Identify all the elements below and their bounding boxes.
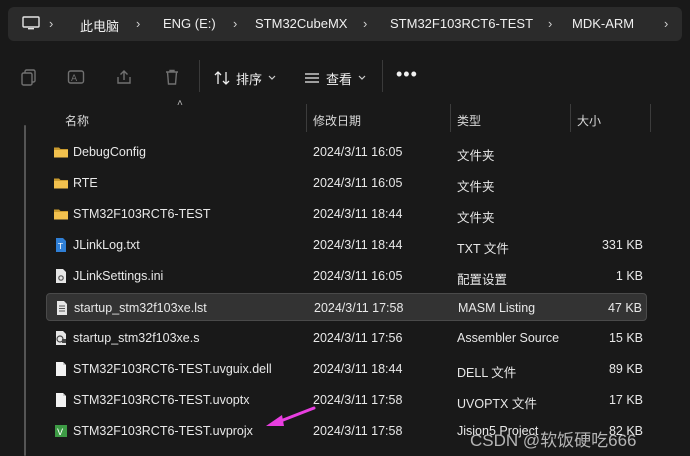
- file-type: DELL 文件: [457, 366, 517, 380]
- file-date: 2024/3/11 18:44: [313, 238, 403, 252]
- file-row[interactable]: STM32F103RCT6-TEST.uvoptx 2024/3/11 17:58…: [46, 386, 647, 414]
- file-type: 配置设置: [457, 273, 508, 287]
- rename-icon[interactable]: A: [67, 68, 85, 86]
- file-row[interactable]: T JLinkLog.txt 2024/3/11 18:44 TXT 文件 331 KB: [46, 231, 647, 259]
- file-type: MASM Listing: [458, 301, 536, 315]
- chevron-right-icon: ›: [136, 16, 141, 31]
- chevron-right-icon: ›: [49, 16, 54, 31]
- watermark: CSDN @软饭硬吃666: [470, 431, 637, 450]
- column-divider[interactable]: [450, 104, 451, 132]
- file-name: JLinkSettings.ini: [73, 269, 164, 283]
- column-divider[interactable]: [570, 104, 571, 132]
- file-row[interactable]: STM32F103RCT6-TEST 2024/3/11 18:44 文件夹: [46, 200, 647, 228]
- svg-text:V: V: [57, 428, 64, 438]
- column-size[interactable]: 大小: [577, 112, 601, 129]
- file-row[interactable]: startup_stm32f103xe.s 2024/3/11 17:56 Asse…: [46, 324, 647, 352]
- file-date: 2024/3/11 18:44: [313, 207, 403, 221]
- chevron-right-icon: ›: [664, 16, 669, 31]
- copy-icon[interactable]: [20, 68, 38, 86]
- file-type: UVOPTX 文件: [457, 397, 537, 411]
- file-name: STM32F103RCT6-TEST.uvguix.dell: [73, 362, 272, 376]
- file-size: 1 KB: [615, 269, 643, 283]
- chevron-right-icon: ›: [548, 16, 553, 31]
- file-date: 2024/3/11 17:58: [314, 301, 404, 315]
- view-label: 查看: [326, 71, 353, 87]
- file-size: 47 KB: [607, 301, 642, 315]
- chevron-down-icon: [358, 75, 366, 80]
- file-name: startup_stm32f103xe.s: [73, 331, 200, 345]
- file-name: DebugConfig: [73, 145, 146, 159]
- file-name: STM32F103RCT6-TEST.uvoptx: [73, 393, 250, 407]
- generic-file-icon: [53, 361, 69, 377]
- address-bar[interactable]: › 此电脑 › ENG (E:) › STM32CubeMX › STM32F1…: [8, 7, 682, 41]
- annotation-arrow-icon: [266, 406, 316, 426]
- sort-button[interactable]: 排序: [214, 68, 276, 88]
- file-size: 331 KB: [601, 238, 643, 252]
- file-type: Assembler Source: [457, 331, 560, 345]
- share-icon[interactable]: [115, 68, 133, 86]
- breadcrumb-item[interactable]: MDK-ARM: [572, 16, 634, 31]
- keil-project-icon: V: [53, 423, 69, 439]
- chevron-right-icon: ›: [363, 16, 368, 31]
- more-options-button[interactable]: •••: [396, 64, 418, 85]
- breadcrumb-item[interactable]: ENG (E:): [163, 16, 216, 31]
- file-date: 2024/3/11 18:44: [313, 362, 403, 376]
- column-name[interactable]: 名称: [65, 112, 89, 129]
- chevron-right-icon: ›: [233, 16, 238, 31]
- column-divider[interactable]: [306, 104, 307, 132]
- file-row[interactable]: RTE 2024/3/11 16:05 文件夹: [46, 169, 647, 197]
- file-name: startup_stm32f103xe.lst: [74, 301, 207, 315]
- folder-icon: [53, 206, 69, 222]
- folder-icon: [53, 175, 69, 191]
- column-header: 名称 修改日期 类型 大小: [0, 104, 690, 132]
- folder-icon: [53, 144, 69, 160]
- file-date: 2024/3/11 17:56: [313, 331, 403, 345]
- file-type: 文件夹: [457, 180, 495, 194]
- file-date: 2024/3/11 17:58: [313, 393, 403, 407]
- column-type[interactable]: 类型: [457, 112, 481, 129]
- file-name: RTE: [73, 176, 98, 190]
- toolbar-divider: [382, 60, 383, 92]
- file-name: STM32F103RCT6-TEST: [73, 207, 211, 221]
- file-type: 文件夹: [457, 149, 495, 163]
- file-date: 2024/3/11 17:58: [313, 424, 403, 438]
- file-date: 2024/3/11 16:05: [313, 145, 403, 159]
- column-date[interactable]: 修改日期: [313, 112, 361, 129]
- settings-file-icon: [53, 268, 69, 284]
- view-button[interactable]: 查看: [304, 68, 366, 88]
- scrollbar[interactable]: [24, 125, 26, 456]
- listing-file-icon: [54, 300, 70, 316]
- list-view-icon: [305, 73, 319, 83]
- file-row[interactable]: JLinkSettings.ini 2024/3/11 16:05 配置设置 1 KB: [46, 262, 647, 290]
- breadcrumb-item[interactable]: 此电脑: [80, 16, 119, 35]
- sort-icon: [214, 71, 230, 85]
- file-row[interactable]: STM32F103RCT6-TEST.uvguix.dell 2024/3/11 …: [46, 355, 647, 383]
- file-date: 2024/3/11 16:05: [313, 176, 403, 190]
- column-divider[interactable]: [650, 104, 651, 132]
- chevron-down-icon: [268, 75, 276, 80]
- file-type: 文件夹: [457, 211, 495, 225]
- svg-text:A: A: [71, 74, 78, 84]
- delete-icon[interactable]: [163, 68, 181, 86]
- generic-file-icon: [53, 392, 69, 408]
- file-date: 2024/3/11 16:05: [313, 269, 403, 283]
- svg-text:T: T: [57, 242, 63, 251]
- breadcrumb-item[interactable]: STM32F103RCT6-TEST: [390, 16, 533, 31]
- file-type: TXT 文件: [457, 242, 509, 256]
- breadcrumb-item[interactable]: STM32CubeMX: [255, 16, 347, 31]
- file-name: JLinkLog.txt: [73, 238, 140, 252]
- computer-icon: [22, 16, 40, 30]
- file-row[interactable]: DebugConfig 2024/3/11 16:05 文件夹: [46, 138, 647, 166]
- asm-file-icon: [53, 330, 69, 346]
- file-row[interactable]: startup_stm32f103xe.lst 2024/3/11 17:58 MA…: [46, 293, 647, 321]
- sort-label: 排序: [236, 71, 263, 87]
- file-name: STM32F103RCT6-TEST.uvprojx: [73, 424, 253, 438]
- text-file-icon: T: [53, 237, 69, 253]
- file-size: 17 KB: [608, 393, 643, 407]
- toolbar-divider: [199, 60, 200, 92]
- file-size: 15 KB: [608, 331, 643, 345]
- file-size: 89 KB: [608, 362, 643, 376]
